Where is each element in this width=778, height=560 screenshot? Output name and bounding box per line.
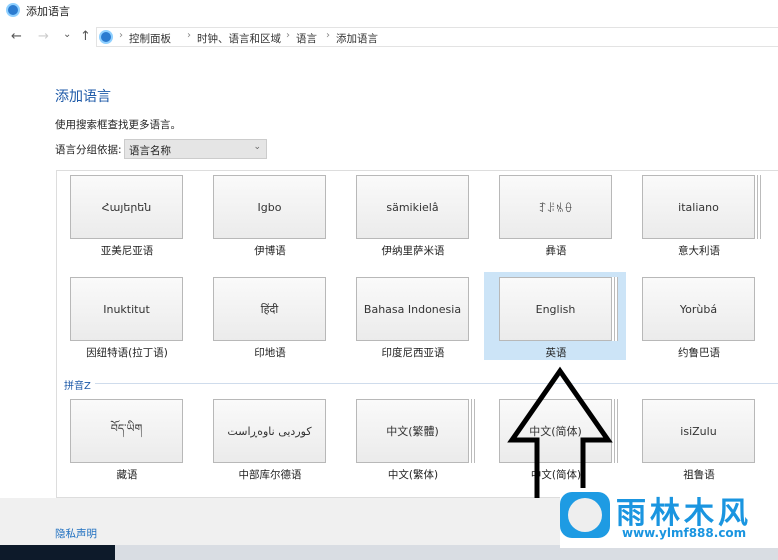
language-tile[interactable]: italiano [642, 175, 755, 239]
chevron-right-icon: › [286, 30, 290, 41]
language-native-name: English [535, 302, 576, 316]
language-tile[interactable]: हिंदी [213, 277, 326, 341]
language-native-name: isiZulu [680, 424, 717, 438]
language-native-name: བོད་ཡིག [110, 421, 143, 435]
language-label[interactable]: 约鲁巴语 [629, 345, 769, 360]
language-tile[interactable]: Yorùbá [642, 277, 755, 341]
breadcrumb-clock-language-region[interactable]: 时钟、语言和区域 [197, 31, 281, 46]
control-panel-icon [99, 30, 113, 44]
up-button[interactable]: ↑ [80, 29, 91, 44]
control-panel-icon [6, 3, 20, 17]
language-tile[interactable]: isiZulu [642, 399, 755, 463]
watermark-logo: 雨林木风 www.ylmf888.com [560, 488, 778, 548]
language-label[interactable]: 伊纳里萨米语 [343, 243, 483, 258]
chevron-right-icon: › [187, 30, 191, 41]
privacy-link[interactable]: 隐私声明 [55, 526, 97, 541]
language-label[interactable]: 印地语 [200, 345, 340, 360]
language-label[interactable]: 印度尼西亚语 [343, 345, 483, 360]
language-native-name: हिंदी [260, 302, 279, 316]
breadcrumb-language[interactable]: 语言 [296, 31, 317, 46]
group-by-select[interactable]: 语言名称 ⌄ [124, 139, 267, 159]
language-label[interactable]: 中文(繁体) [343, 467, 483, 482]
language-tile[interactable]: བོད་ཡིག [70, 399, 183, 463]
group-by-label: 语言分组依据: [55, 144, 122, 156]
language-tile[interactable]: 中文(繁體) [356, 399, 469, 463]
language-native-name: Bahasa Indonesia [363, 302, 462, 316]
group-header: 拼音Z [64, 377, 95, 392]
back-button[interactable]: ← [11, 29, 22, 44]
language-label[interactable]: 彝语 [486, 243, 626, 258]
window-title: 添加语言 [26, 5, 70, 18]
language-tile[interactable]: Հայերեն [70, 175, 183, 239]
language-native-name: کوردیی ناوەڕاست [227, 424, 312, 438]
chevron-down-icon: ⌄ [253, 142, 261, 152]
language-native-name: italiano [678, 200, 719, 214]
hint-text: 使用搜索框查找更多语言。 [55, 119, 181, 131]
page-title: 添加语言 [55, 89, 111, 105]
language-tile[interactable]: English [499, 277, 612, 341]
breadcrumb-add-language[interactable]: 添加语言 [336, 31, 378, 46]
language-label[interactable]: 伊博语 [200, 243, 340, 258]
language-native-name: sämikielâ [386, 200, 439, 214]
language-tile[interactable]: sämikielâ [356, 175, 469, 239]
language-label[interactable]: 藏语 [57, 467, 197, 482]
language-native-name: Yorùbá [679, 302, 718, 316]
language-tile[interactable]: ꆈꌠꁱꂷ [499, 175, 612, 239]
language-label[interactable]: 亚美尼亚语 [57, 243, 197, 258]
language-label[interactable]: 中部库尔德语 [200, 467, 340, 482]
language-label[interactable]: 因纽特语(拉丁语) [57, 345, 197, 360]
language-native-name: Հայերեն [101, 200, 152, 214]
language-native-name: 中文(繁體) [386, 425, 439, 438]
chevron-right-icon: › [326, 30, 330, 41]
breadcrumb-control-panel[interactable]: 控制面板 [129, 31, 171, 46]
language-label[interactable]: 英语 [486, 345, 626, 360]
language-tile[interactable]: کوردیی ناوەڕاست [213, 399, 326, 463]
watermark-url: www.ylmf888.com [622, 526, 747, 540]
chevron-right-icon: › [119, 30, 123, 41]
forward-button[interactable]: → [38, 29, 49, 44]
group-divider [64, 383, 778, 384]
language-tile[interactable]: Inuktitut [70, 277, 183, 341]
group-by-value: 语言名称 [129, 145, 171, 157]
recent-locations-button[interactable]: ⌄ [63, 29, 71, 40]
language-label[interactable]: 祖鲁语 [629, 467, 769, 482]
language-label[interactable]: 意大利语 [629, 243, 769, 258]
language-native-name: Inuktitut [103, 302, 150, 316]
language-tile[interactable]: Igbo [213, 175, 326, 239]
title-bar: 添加语言 [0, 0, 778, 22]
language-native-name: Igbo [257, 200, 282, 214]
language-tile[interactable]: Bahasa Indonesia [356, 277, 469, 341]
language-native-name: ꆈꌠꁱꂷ [538, 201, 573, 215]
address-bar[interactable]: › 控制面板 › 时钟、语言和区域 › 语言 › 添加语言 [96, 27, 778, 47]
